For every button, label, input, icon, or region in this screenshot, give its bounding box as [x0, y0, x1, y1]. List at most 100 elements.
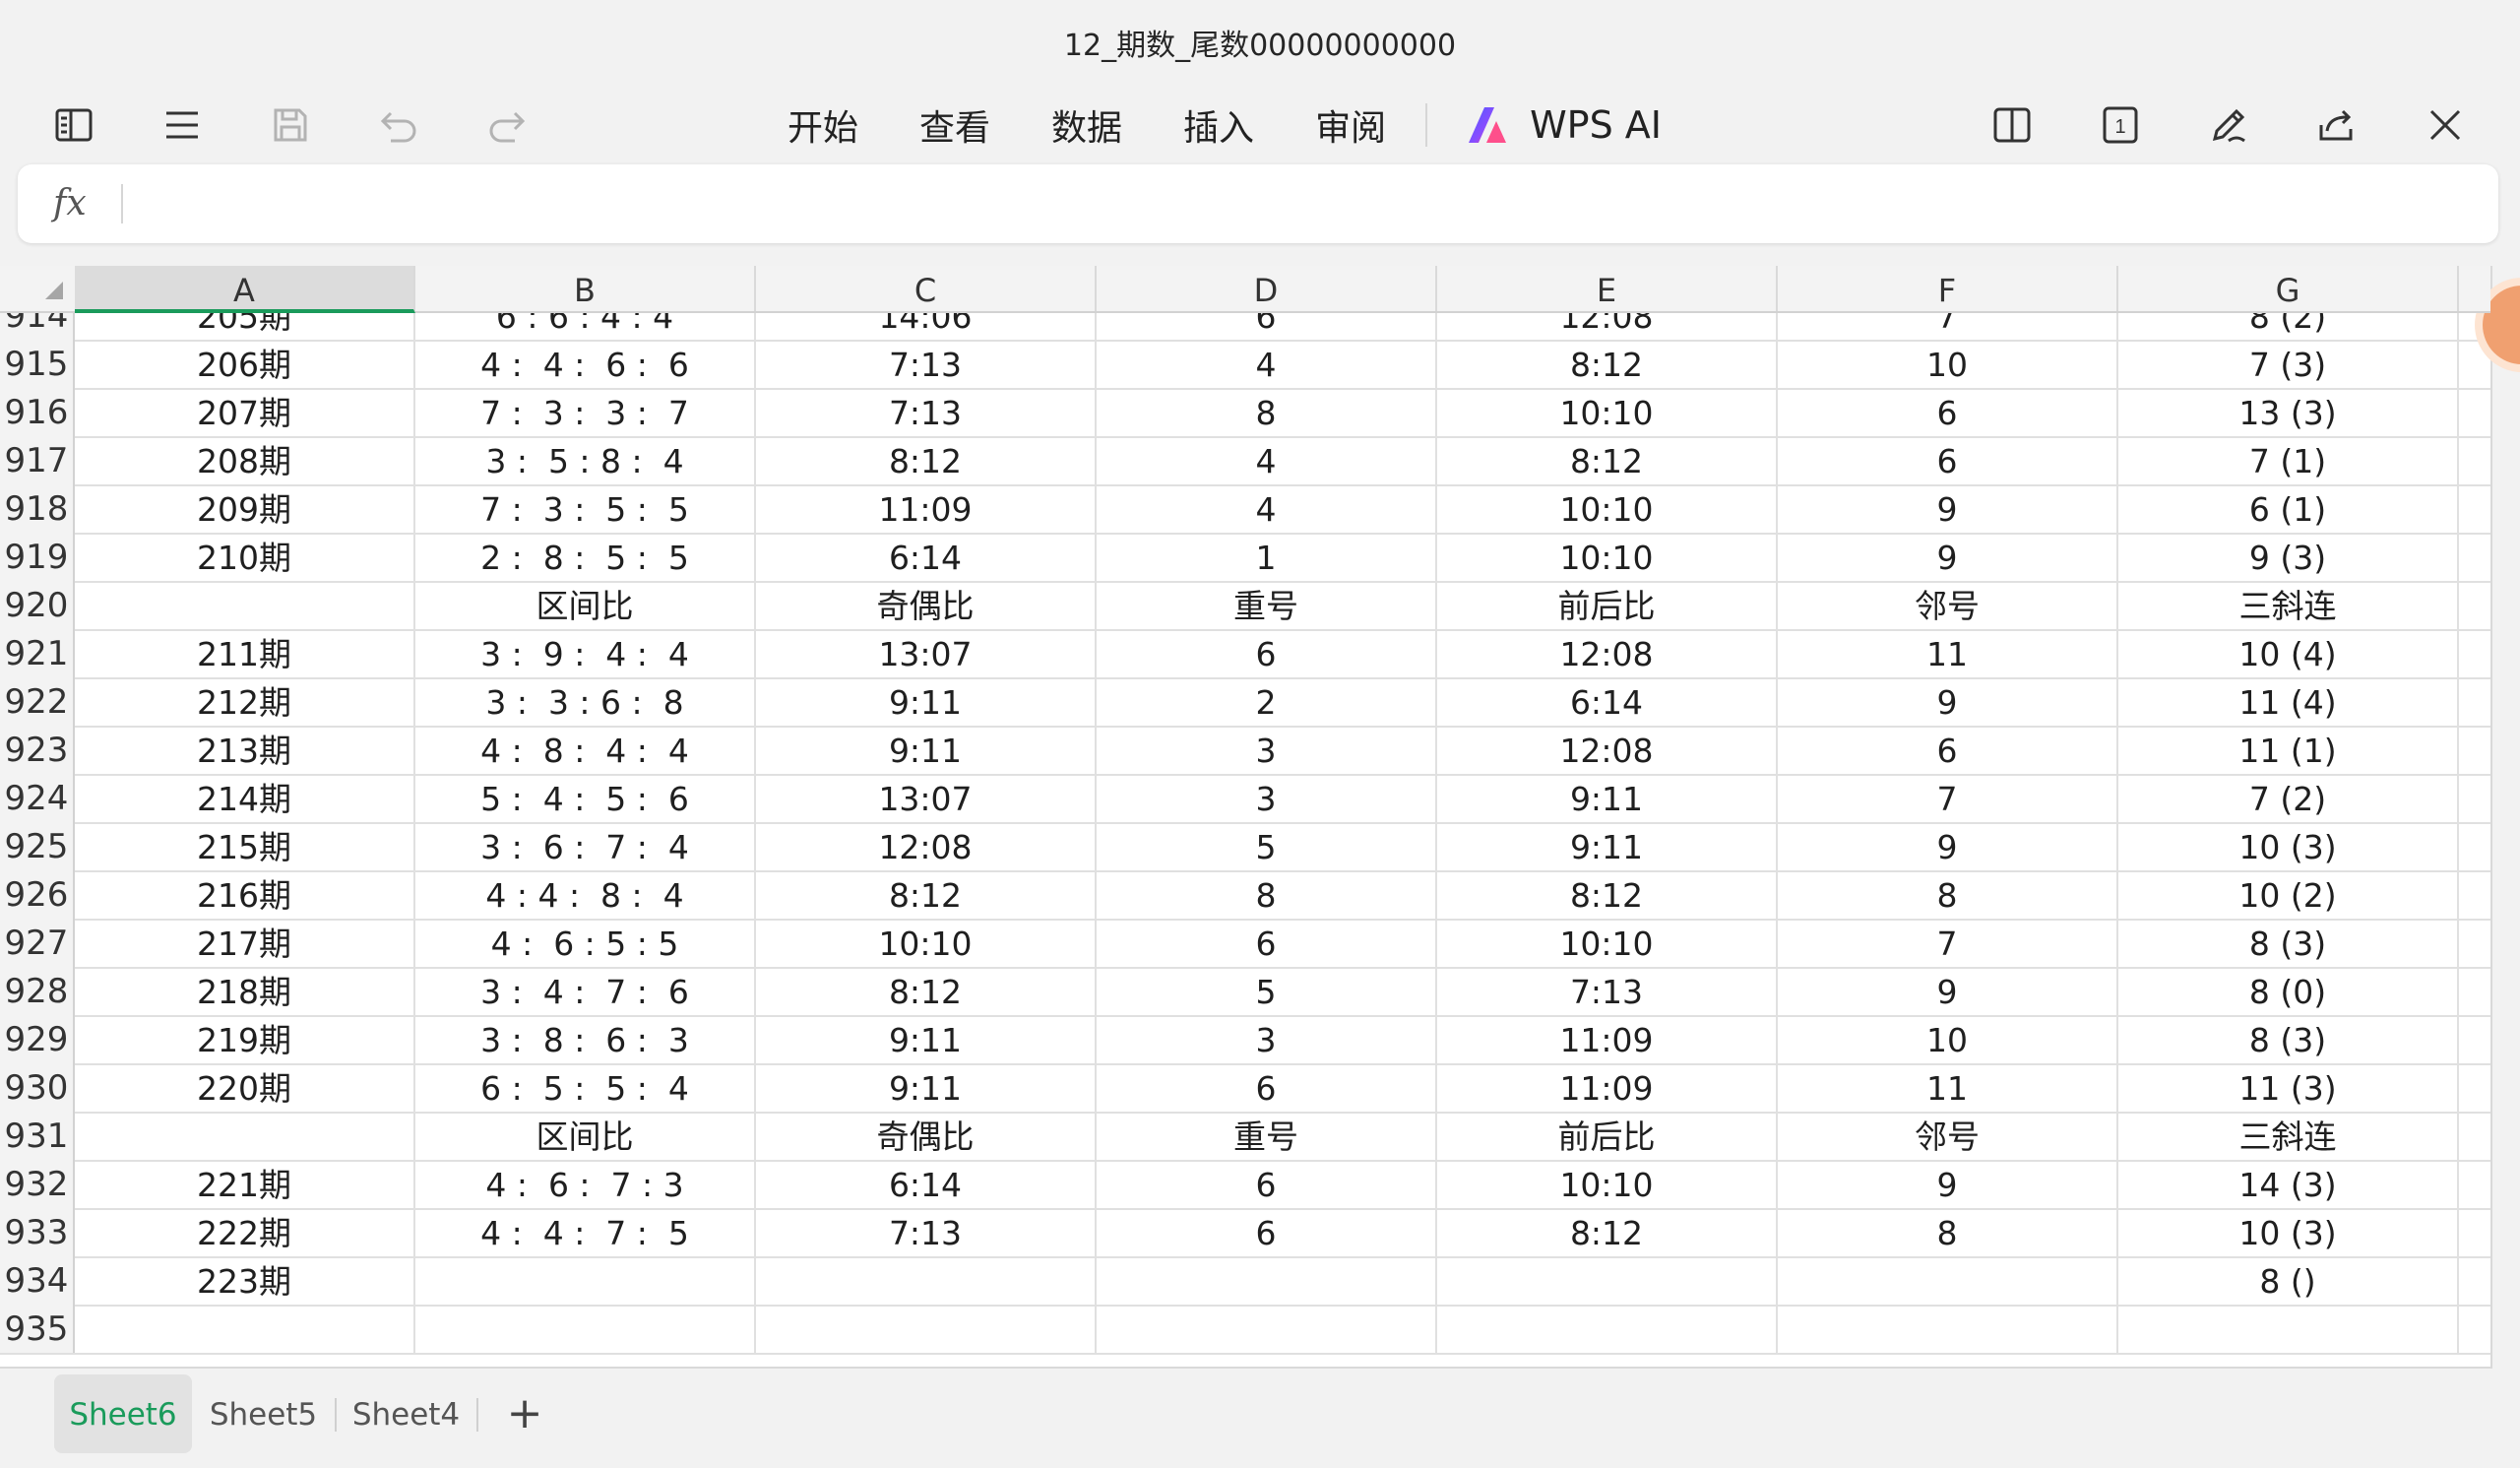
cell-e[interactable]: 12:08 [1437, 629, 1778, 677]
cell-e[interactable]: 前后比 [1437, 581, 1778, 629]
cell-f[interactable]: 9 [1778, 967, 2118, 1015]
cell-d[interactable]: 重号 [1097, 581, 1437, 629]
column-header-b[interactable]: B [415, 266, 756, 311]
cell-c[interactable]: 8:12 [756, 870, 1097, 919]
cell-c[interactable]: 6:14 [756, 533, 1097, 581]
cell-g[interactable]: 10 (2) [2118, 870, 2459, 919]
cell-a[interactable]: 212期 [75, 677, 415, 726]
close-icon[interactable] [2415, 95, 2476, 156]
cell-d[interactable]: 6 [1097, 1063, 1437, 1112]
cell-a[interactable]: 210期 [75, 533, 415, 581]
cell-b[interactable]: 3 : 5 : 8 : 4 [415, 436, 756, 484]
row-header[interactable]: 934 [0, 1256, 75, 1305]
cell-c[interactable]: 奇偶比 [756, 581, 1097, 629]
cell-f[interactable]: 9 [1778, 533, 2118, 581]
cell-a[interactable]: 222期 [75, 1208, 415, 1256]
cell-f[interactable]: 邻号 [1778, 581, 2118, 629]
undo-icon[interactable] [368, 95, 429, 156]
cell-b[interactable]: 6 : 5 : 5 : 4 [415, 1063, 756, 1112]
cell-d[interactable]: 重号 [1097, 1112, 1437, 1160]
sidebar-icon[interactable] [43, 95, 104, 156]
cell-e[interactable]: 10:10 [1437, 484, 1778, 533]
cell-g[interactable]: 10 (3) [2118, 822, 2459, 870]
cell-a[interactable]: 219期 [75, 1015, 415, 1063]
cell-a[interactable]: 215期 [75, 822, 415, 870]
row-header[interactable]: 929 [0, 1015, 75, 1063]
cell-f[interactable]: 9 [1778, 484, 2118, 533]
save-icon[interactable] [260, 95, 321, 156]
column-header-c[interactable]: C [756, 266, 1097, 311]
row-header[interactable]: 932 [0, 1160, 75, 1208]
row-header[interactable]: 935 [0, 1305, 75, 1353]
row-header[interactable]: 928 [0, 967, 75, 1015]
cell-d[interactable]: 6 [1097, 1208, 1437, 1256]
row-header[interactable]: 926 [0, 870, 75, 919]
cell-f[interactable]: 8 [1778, 1208, 2118, 1256]
cell-d[interactable]: 6 [1097, 311, 1437, 340]
cell-a[interactable] [75, 1112, 415, 1160]
column-header-g[interactable]: G [2118, 266, 2459, 311]
cell-g[interactable]: 8 (0) [2118, 967, 2459, 1015]
cell-a[interactable]: 207期 [75, 388, 415, 436]
cell-f[interactable]: 9 [1778, 822, 2118, 870]
cell-b[interactable]: 3 : 8 : 6 : 3 [415, 1015, 756, 1063]
cell-b[interactable]: 4 : 6 : 5 : 5 [415, 919, 756, 967]
cell-b[interactable]: 2 : 8 : 5 : 5 [415, 533, 756, 581]
cell-e[interactable]: 9:11 [1437, 774, 1778, 822]
cell-b[interactable]: 3 : 9 : 4 : 4 [415, 629, 756, 677]
cell-e[interactable]: 12:08 [1437, 726, 1778, 774]
cell-b[interactable] [415, 1305, 756, 1353]
cell-a[interactable] [75, 1305, 415, 1353]
cell-c[interactable]: 14:06 [756, 311, 1097, 340]
cell-c[interactable]: 9:11 [756, 1063, 1097, 1112]
cell-f[interactable] [1778, 1256, 2118, 1305]
cell-b[interactable]: 4 : 4 : 7 : 5 [415, 1208, 756, 1256]
split-view-icon[interactable] [1982, 95, 2043, 156]
cell-g[interactable]: 10 (4) [2118, 629, 2459, 677]
cell-e[interactable]: 7:13 [1437, 967, 1778, 1015]
page-count-icon[interactable]: 1 [2090, 95, 2151, 156]
cell-e[interactable]: 12:08 [1437, 311, 1778, 340]
cell-b[interactable]: 7 : 3 : 3 : 7 [415, 388, 756, 436]
row-header[interactable]: 924 [0, 774, 75, 822]
cell-c[interactable]: 9:11 [756, 726, 1097, 774]
cell-f[interactable]: 11 [1778, 1063, 2118, 1112]
column-header-d[interactable]: D [1097, 266, 1437, 311]
row-header[interactable]: 922 [0, 677, 75, 726]
cell-a[interactable]: 216期 [75, 870, 415, 919]
cell-g[interactable]: 8 (2) [2118, 311, 2459, 340]
cell-e[interactable]: 10:10 [1437, 919, 1778, 967]
cell-b[interactable]: 区间比 [415, 581, 756, 629]
cell-a[interactable]: 211期 [75, 629, 415, 677]
cell-a[interactable] [75, 581, 415, 629]
cell-e[interactable]: 前后比 [1437, 1112, 1778, 1160]
cell-g[interactable]: 14 (3) [2118, 1160, 2459, 1208]
row-header[interactable]: 933 [0, 1208, 75, 1256]
cell-g[interactable]: 10 (3) [2118, 1208, 2459, 1256]
cell-e[interactable]: 8:12 [1437, 340, 1778, 388]
menu-item-review[interactable]: 审阅 [1315, 99, 1386, 151]
cell-b[interactable]: 3 : 4 : 7 : 6 [415, 967, 756, 1015]
cell-d[interactable]: 4 [1097, 484, 1437, 533]
cell-b[interactable] [415, 1256, 756, 1305]
redo-icon[interactable] [476, 95, 537, 156]
cell-b[interactable]: 4 : 8 : 4 : 4 [415, 726, 756, 774]
cell-a[interactable]: 209期 [75, 484, 415, 533]
cell-c[interactable] [756, 1256, 1097, 1305]
cell-g[interactable]: 7 (2) [2118, 774, 2459, 822]
cell-b[interactable]: 6 : 6 : 4 : 4 [415, 311, 756, 340]
cell-f[interactable]: 8 [1778, 870, 2118, 919]
cell-d[interactable]: 5 [1097, 822, 1437, 870]
cell-g[interactable]: 7 (3) [2118, 340, 2459, 388]
cell-b[interactable]: 区间比 [415, 1112, 756, 1160]
cell-g[interactable]: 三斜连 [2118, 581, 2459, 629]
cell-f[interactable]: 6 [1778, 388, 2118, 436]
cell-a[interactable]: 213期 [75, 726, 415, 774]
cell-d[interactable]: 3 [1097, 1015, 1437, 1063]
cell-c[interactable]: 奇偶比 [756, 1112, 1097, 1160]
column-header-f[interactable]: F [1778, 266, 2118, 311]
cell-g[interactable]: 7 (1) [2118, 436, 2459, 484]
cell-e[interactable] [1437, 1256, 1778, 1305]
cell-a[interactable]: 218期 [75, 967, 415, 1015]
menu-item-insert[interactable]: 插入 [1183, 99, 1254, 151]
